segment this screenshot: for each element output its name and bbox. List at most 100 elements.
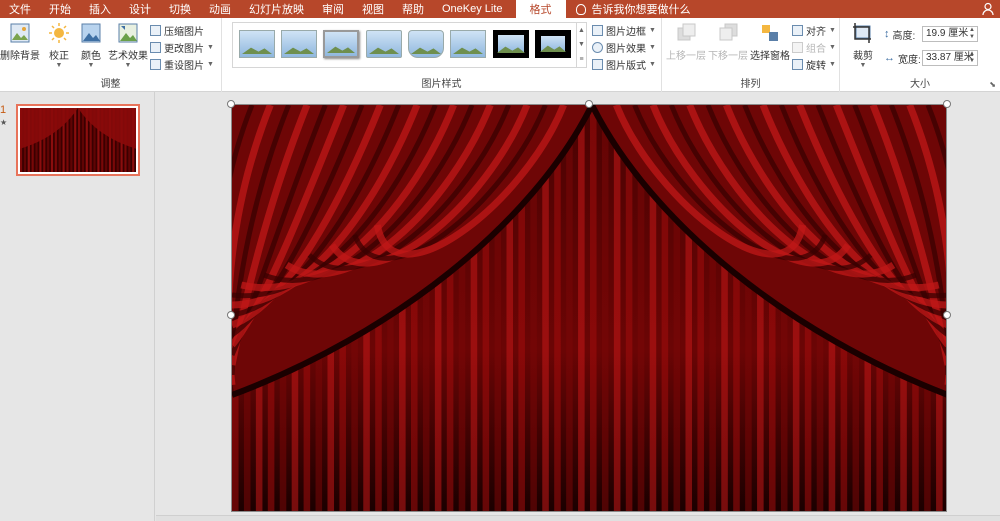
height-row: ↕ 高度: — [884, 26, 915, 42]
compress-pictures-button[interactable]: 压缩图片 — [150, 22, 204, 38]
resize-handle-top-left[interactable] — [227, 100, 235, 108]
chevron-down-icon: ▼ — [55, 62, 63, 69]
group-button[interactable]: 组合 ▼ — [792, 39, 836, 55]
chevron-down-icon: ▼ — [649, 43, 656, 51]
group-size-label: 大小 — [910, 79, 930, 90]
artistic-effects-icon — [118, 23, 138, 43]
dialog-launcher-icon[interactable]: ⬊ — [989, 80, 996, 89]
style-thumb-3[interactable] — [323, 30, 359, 58]
style-thumb-7[interactable] — [493, 30, 529, 58]
artistic-effects-label: 艺术效果 — [108, 51, 148, 62]
color-button[interactable]: 颜色 ▼ — [80, 22, 102, 69]
height-spinner[interactable]: ▲ ▼ — [967, 27, 977, 41]
height-field[interactable]: 19.9 厘米 ▲ ▼ — [922, 26, 978, 42]
border-icon — [592, 24, 603, 36]
tab-transitions[interactable]: 切换 — [160, 0, 200, 18]
chevron-down-icon: ▼ — [124, 62, 132, 69]
height-label: 高度: — [892, 30, 916, 42]
chevron-down-icon: ▼ — [859, 62, 867, 69]
change-picture-icon — [150, 41, 161, 53]
user-icon[interactable] — [982, 2, 996, 16]
send-backward-label: 下移一层 — [708, 51, 748, 62]
rotate-button[interactable]: 旋转 ▼ — [792, 56, 836, 72]
picture-layout-label: 图片版式 — [606, 60, 646, 72]
selection-pane-button[interactable]: 选择窗格 — [750, 22, 790, 62]
reset-picture-icon — [150, 58, 161, 70]
tab-file[interactable]: 文件 — [0, 0, 40, 18]
resize-handle-right[interactable] — [943, 311, 951, 319]
group-adjust-label: 调整 — [100, 79, 121, 90]
gallery-scroll[interactable]: ▲ ▼ ≡ — [577, 22, 587, 68]
group-arrange: 上移一层 下移一层 选择窗格 对齐 ▼ 组合 ▼ 旋转 ▼ 排列 — [662, 18, 840, 92]
curtain-image — [232, 105, 946, 511]
style-thumb-2[interactable] — [281, 30, 317, 58]
style-thumb-4[interactable] — [366, 30, 402, 58]
picture-effects-button[interactable]: 图片效果 ▼ — [592, 39, 656, 55]
color-icon — [81, 23, 101, 43]
width-spinner[interactable]: ▲ ▼ — [967, 51, 977, 65]
style-thumb-5[interactable] — [408, 30, 444, 58]
selection-pane-label: 选择窗格 — [750, 51, 790, 62]
bring-forward-button[interactable]: 上移一层 — [666, 22, 706, 62]
picture-layout-button[interactable]: 图片版式 ▼ — [592, 56, 656, 72]
tab-insert[interactable]: 插入 — [80, 0, 120, 18]
tab-format[interactable]: 格式 — [515, 0, 566, 18]
corrections-label: 校正 — [49, 51, 69, 62]
effects-icon — [592, 41, 603, 53]
slide-thumbnail-pane: 1 ★ — [0, 92, 155, 521]
style-thumb-1[interactable] — [239, 30, 275, 58]
resize-handle-left[interactable] — [227, 311, 235, 319]
horizontal-scrollbar[interactable] — [156, 515, 1000, 521]
height-icon: ↕ — [884, 28, 890, 40]
artistic-effects-button[interactable]: 艺术效果 ▼ — [108, 22, 148, 69]
width-label: 宽度: — [898, 54, 921, 66]
width-row: ↔ 宽度: — [884, 50, 921, 66]
layout-icon — [592, 58, 603, 70]
tab-help[interactable]: 帮助 — [393, 0, 433, 18]
reset-picture-button[interactable]: 重设图片 ▼ — [150, 56, 214, 72]
picture-border-label: 图片边框 — [606, 26, 646, 38]
chevron-down-icon: ▼ — [829, 43, 836, 51]
tab-slideshow[interactable]: 幻灯片放映 — [240, 0, 313, 18]
remove-background-button[interactable]: 删除背景 — [0, 22, 40, 62]
crop-button[interactable]: 裁剪 ▼ — [852, 22, 874, 69]
remove-background-icon — [10, 23, 30, 43]
group-label: 组合 — [806, 43, 826, 55]
send-backward-button[interactable]: 下移一层 — [708, 22, 748, 62]
width-field[interactable]: 33.87 厘米 ▲ ▼ — [922, 50, 978, 66]
chevron-up-icon[interactable]: ▲ — [578, 27, 585, 34]
align-button[interactable]: 对齐 ▼ — [792, 22, 836, 38]
corrections-button[interactable]: 校正 ▼ — [48, 22, 70, 69]
more-icon[interactable]: ≡ — [579, 56, 583, 63]
style-thumb-6[interactable] — [450, 30, 486, 58]
bring-forward-icon — [677, 23, 696, 41]
tab-onekey[interactable]: OneKey Lite — [433, 0, 512, 18]
change-picture-label: 更改图片 — [164, 43, 204, 55]
resize-handle-top-right[interactable] — [943, 100, 951, 108]
picture-effects-label: 图片效果 — [606, 43, 646, 55]
tab-review[interactable]: 审阅 — [313, 0, 353, 18]
lightbulb-icon — [575, 3, 586, 15]
resize-handle-top[interactable] — [585, 100, 593, 108]
chevron-down-icon: ▼ — [829, 26, 836, 34]
compress-label: 压缩图片 — [164, 26, 204, 38]
tell-me-text: 告诉我你想要做什么 — [591, 4, 691, 16]
curtain-picture[interactable] — [231, 104, 947, 512]
chevron-down-icon: ▼ — [87, 62, 95, 69]
chevron-down-icon: ▼ — [207, 60, 214, 68]
tab-animations[interactable]: 动画 — [200, 0, 240, 18]
sun-icon — [49, 23, 69, 43]
tell-me-box[interactable]: 告诉我你想要做什么 — [575, 0, 691, 18]
bring-forward-label: 上移一层 — [666, 51, 706, 62]
tab-design[interactable]: 设计 — [120, 0, 160, 18]
slide-thumbnail-1[interactable] — [16, 104, 140, 176]
picture-border-button[interactable]: 图片边框 ▼ — [592, 22, 656, 38]
slide-number: 1 — [0, 104, 7, 116]
change-picture-button[interactable]: 更改图片 ▼ — [150, 39, 214, 55]
chevron-down-icon[interactable]: ▼ — [578, 41, 585, 48]
curtain-thumbnail-image — [20, 108, 136, 172]
style-thumb-8[interactable] — [535, 30, 571, 58]
tab-home[interactable]: 开始 — [40, 0, 80, 18]
chevron-down-icon: ▼ — [649, 60, 656, 68]
tab-view[interactable]: 视图 — [353, 0, 393, 18]
